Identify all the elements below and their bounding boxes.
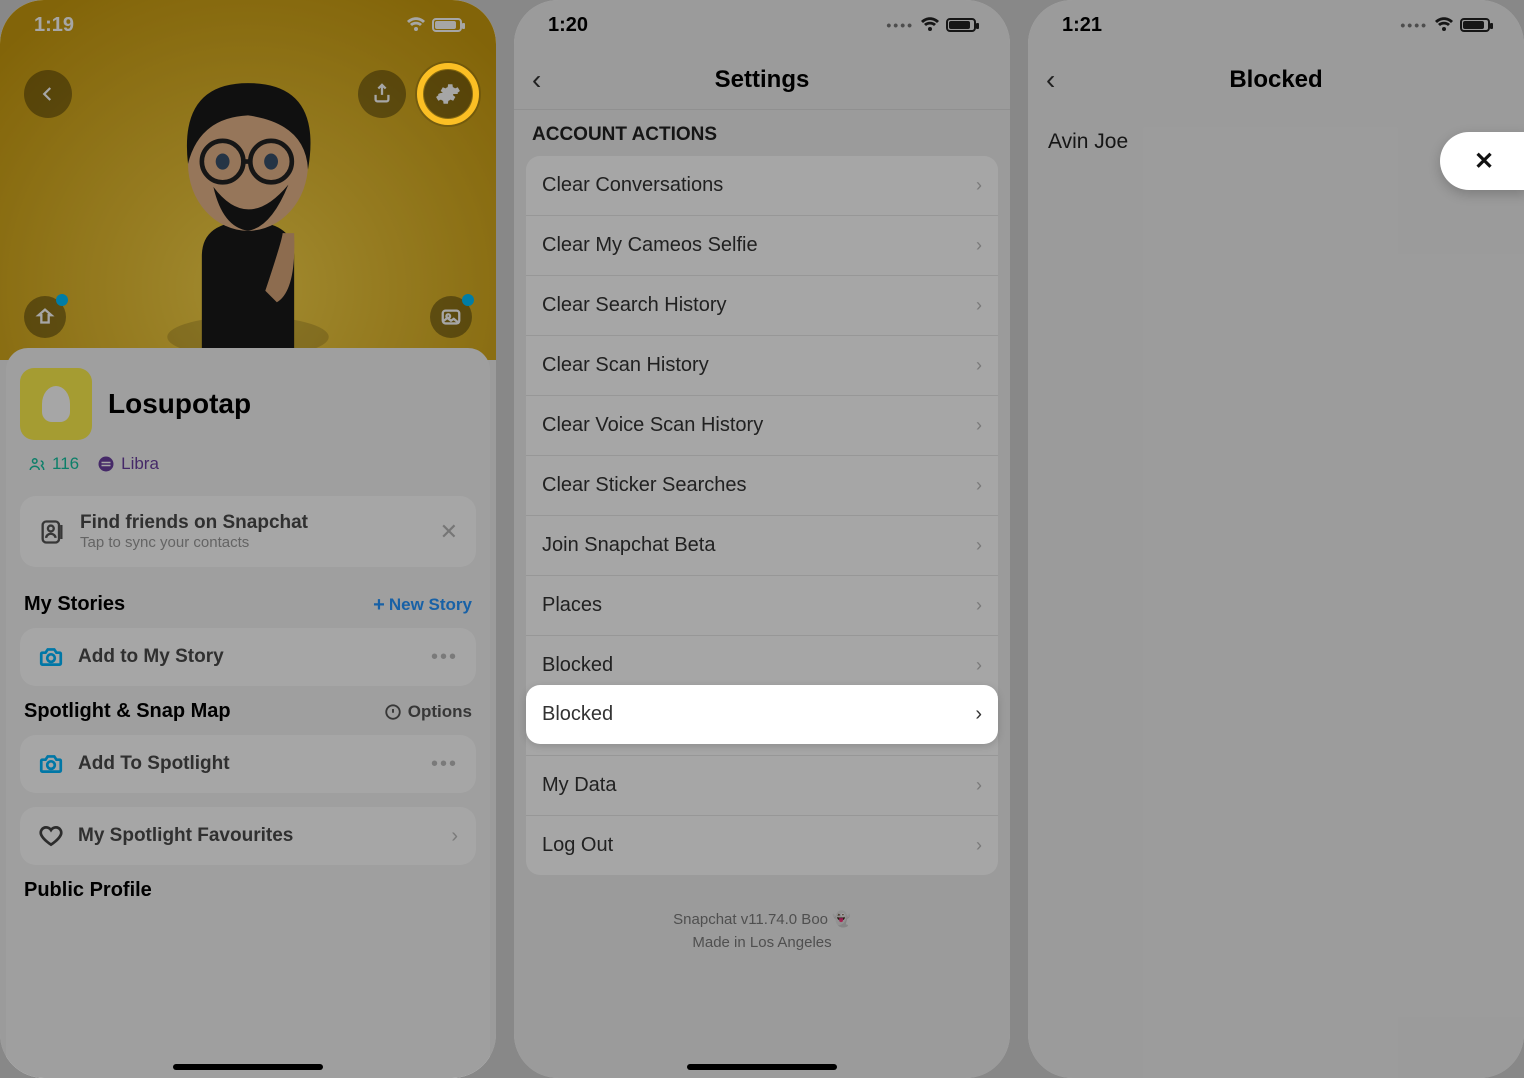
profile-card: Losupotap 116 Libra Find friends on Snap…	[6, 348, 490, 1078]
settings-item-clear-cameos[interactable]: Clear My Cameos Selfie›	[526, 216, 998, 276]
status-time: 1:19	[34, 14, 74, 37]
battery-icon	[1460, 18, 1490, 32]
background-button[interactable]	[430, 296, 472, 338]
chevron-right-icon: ›	[976, 535, 982, 556]
profile-screen: 1:19	[0, 0, 496, 1078]
back-button[interactable]: ‹	[1046, 64, 1055, 96]
more-icon[interactable]: •••	[431, 646, 458, 669]
settings-item-clear-scan[interactable]: Clear Scan History›	[526, 336, 998, 396]
unblock-button[interactable]: ✕	[1440, 132, 1524, 190]
status-time: 1:20	[548, 14, 588, 37]
find-friends-card[interactable]: Find friends on Snapchat Tap to sync you…	[20, 496, 476, 567]
spotlight-heading: Spotlight & Snap Map	[24, 700, 231, 723]
wifi-icon	[406, 17, 426, 33]
outfits-button[interactable]	[24, 296, 66, 338]
battery-icon	[432, 18, 462, 32]
status-bar: 1:21 ••••	[1028, 0, 1524, 50]
friends-count[interactable]: 116	[28, 454, 79, 474]
close-icon: ✕	[1474, 147, 1494, 176]
options-button[interactable]: Options	[384, 702, 472, 722]
camera-icon	[38, 751, 64, 777]
stories-section-head: My Stories + New Story	[24, 593, 472, 616]
badge-dot	[462, 294, 474, 306]
settings-item-clear-search[interactable]: Clear Search History›	[526, 276, 998, 336]
public-profile-heading: Public Profile	[24, 879, 152, 902]
chevron-right-icon: ›	[976, 295, 982, 316]
new-story-button[interactable]: + New Story	[373, 595, 472, 615]
chevron-right-icon: ›	[976, 175, 982, 196]
more-icon[interactable]: •••	[431, 753, 458, 776]
chevron-right-icon: ›	[976, 235, 982, 256]
wifi-icon	[920, 17, 940, 33]
add-my-story-card[interactable]: Add to My Story •••	[20, 628, 476, 686]
settings-item-clear-conversations[interactable]: Clear Conversations›	[526, 156, 998, 216]
status-bar: 1:19	[0, 0, 496, 50]
settings-item-join-beta[interactable]: Join Snapchat Beta›	[526, 516, 998, 576]
chevron-right-icon: ›	[976, 835, 982, 856]
fav-spotlight-label: My Spotlight Favourites	[78, 825, 451, 847]
fav-spotlight-card[interactable]: My Spotlight Favourites ›	[20, 807, 476, 865]
settings-item-clear-sticker[interactable]: Clear Sticker Searches›	[526, 456, 998, 516]
settings-list: Clear Conversations› Clear My Cameos Sel…	[514, 156, 1010, 875]
blocked-navbar: ‹ Blocked	[1028, 50, 1524, 110]
battery-icon	[946, 18, 976, 32]
settings-footer: Snapchat v11.74.0 Boo 👻 Made in Los Ange…	[514, 909, 1010, 954]
handle-row: Losupotap	[20, 368, 476, 440]
wifi-icon	[1434, 17, 1454, 33]
bitmoji-avatar	[128, 60, 368, 360]
status-time: 1:21	[1062, 14, 1102, 37]
blocked-screen: 1:21 •••• ‹ Blocked Avin Joe ✕	[1028, 0, 1524, 1078]
signal-icon: ••••	[886, 17, 914, 33]
status-icons: ••••	[886, 17, 976, 33]
stories-heading: My Stories	[24, 593, 125, 616]
status-bar: 1:20 ••••	[514, 0, 1010, 50]
find-friends-sub: Tap to sync your contacts	[80, 534, 440, 551]
badge-dot	[56, 294, 68, 306]
signal-icon: ••••	[1400, 17, 1428, 33]
home-indicator[interactable]	[687, 1064, 837, 1070]
settings-item-blocked-highlight[interactable]: Blocked ›	[526, 685, 998, 744]
chevron-right-icon: ›	[976, 355, 982, 376]
blocked-label: Blocked	[542, 703, 613, 726]
settings-item-my-data[interactable]: My Data›	[526, 756, 998, 816]
spotlight-section-head: Spotlight & Snap Map Options	[24, 700, 472, 723]
settings-screen: 1:20 •••• ‹ Settings ACCOUNT ACTIONS Cle…	[514, 0, 1010, 1078]
username: Losupotap	[108, 388, 251, 420]
meta-row: 116 Libra	[28, 454, 476, 474]
contacts-icon	[38, 518, 66, 546]
back-button[interactable]	[24, 70, 72, 118]
zodiac-badge[interactable]: Libra	[97, 454, 159, 474]
section-label: ACCOUNT ACTIONS	[514, 110, 1010, 156]
add-story-label: Add to My Story	[78, 646, 431, 668]
chevron-right-icon: ›	[975, 703, 982, 726]
status-icons: ••••	[1400, 17, 1490, 33]
dismiss-card-button[interactable]: ✕	[440, 519, 458, 545]
settings-title: Settings	[715, 66, 810, 94]
heart-icon	[38, 823, 64, 849]
status-icons	[406, 17, 462, 33]
chevron-right-icon: ›	[451, 825, 458, 848]
add-spotlight-label: Add To Spotlight	[78, 753, 431, 775]
settings-item-log-out[interactable]: Log Out›	[526, 816, 998, 875]
profile-header	[0, 0, 496, 360]
settings-item-clear-voice-scan[interactable]: Clear Voice Scan History›	[526, 396, 998, 456]
find-friends-title: Find friends on Snapchat	[80, 512, 440, 534]
public-profile-head: Public Profile	[24, 879, 472, 902]
settings-highlight-ring	[417, 63, 479, 125]
snapcode[interactable]	[20, 368, 92, 440]
settings-item-places[interactable]: Places›	[526, 576, 998, 636]
chevron-right-icon: ›	[976, 475, 982, 496]
settings-navbar: ‹ Settings	[514, 50, 1010, 110]
home-indicator[interactable]	[173, 1064, 323, 1070]
blocked-title: Blocked	[1229, 66, 1322, 94]
back-button[interactable]: ‹	[532, 64, 541, 96]
add-spotlight-card[interactable]: Add To Spotlight •••	[20, 735, 476, 793]
chevron-right-icon: ›	[976, 595, 982, 616]
chevron-right-icon: ›	[976, 415, 982, 436]
blocked-user-name: Avin Joe	[1048, 130, 1128, 154]
camera-icon	[38, 644, 64, 670]
chevron-right-icon: ›	[976, 655, 982, 676]
chevron-right-icon: ›	[976, 775, 982, 796]
